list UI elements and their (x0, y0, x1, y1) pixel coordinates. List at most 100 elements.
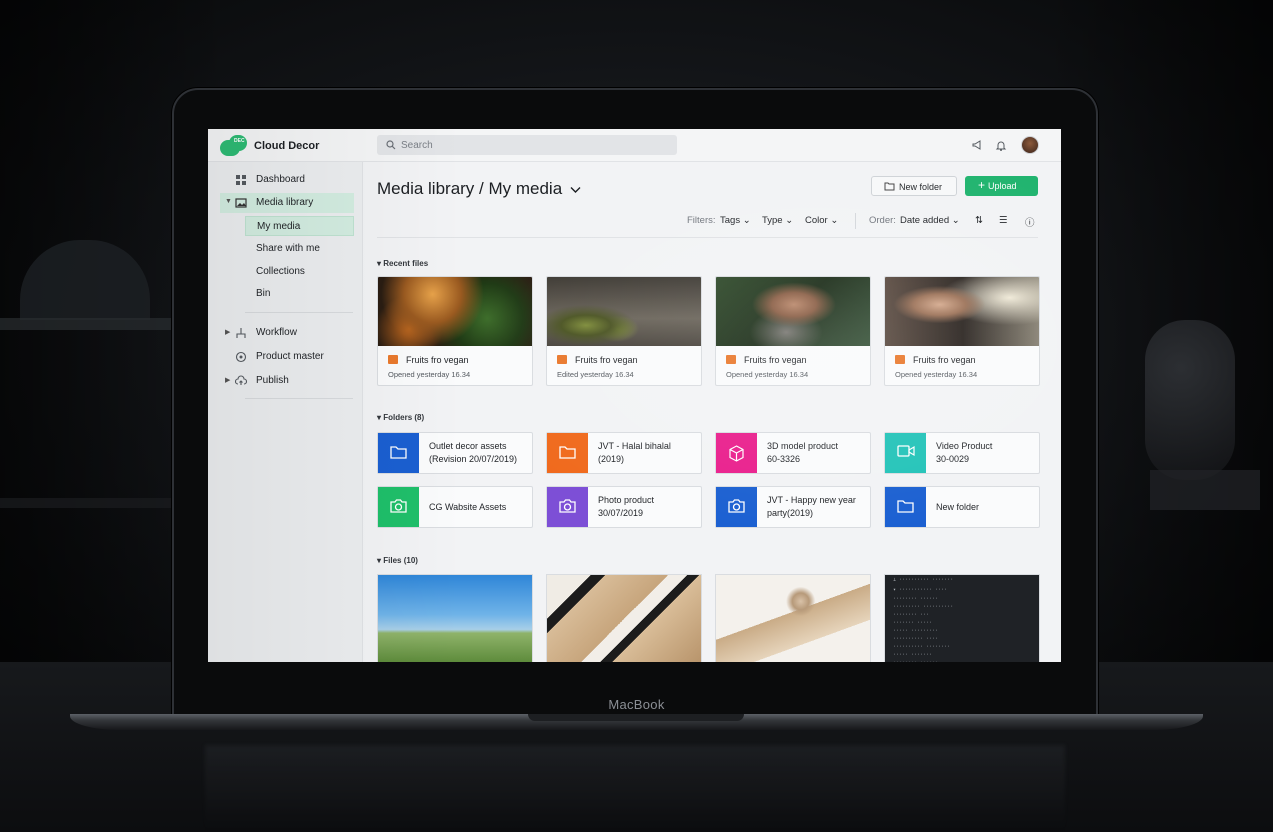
folder-swatch (716, 433, 757, 473)
sidebar-item-label: Product master (256, 351, 324, 362)
camera-icon (559, 499, 576, 513)
sidebar-item-label: Dashboard (256, 174, 305, 185)
sidebar-item-product-master[interactable]: Product master (208, 347, 354, 367)
upload-label: Upload (988, 181, 1017, 191)
info-icon[interactable]: ⓘ (1025, 215, 1035, 229)
caret-down-icon[interactable]: ▼ (225, 198, 232, 205)
folder-card[interactable]: 3D model product 60-3326 (715, 432, 871, 474)
app-screen: DEC Cloud Decor Search Dashboard ▼ Media… (208, 129, 1061, 662)
search-placeholder: Search (401, 140, 433, 151)
image-file-icon (388, 355, 398, 364)
folder-swatch (378, 487, 419, 527)
folder-card[interactable]: JVT - Happy new year party(2019) (715, 486, 871, 528)
file-thumbnail-document-dark[interactable]: ⊥ ·········· ······· ▾ ··········· ···· … (884, 574, 1040, 662)
folder-name: New folder (936, 502, 980, 512)
recent-file-card[interactable]: Fruits fro vegan Opened yesterday 16.34 (715, 276, 871, 386)
caret-right-icon[interactable]: ▶ (225, 376, 230, 384)
new-folder-button[interactable]: New folder (871, 176, 957, 196)
sidebar-item-publish[interactable]: ▶ Publish (208, 371, 354, 391)
list-view-icon[interactable]: ☰ (999, 215, 1008, 226)
folder-card[interactable]: Video Product 30-0029 (884, 432, 1040, 474)
sidebar-item-dashboard[interactable]: Dashboard (208, 170, 354, 190)
section-label: Files (10) (383, 556, 418, 565)
files-header[interactable]: ▾ Files (10) (377, 556, 418, 565)
folder-card[interactable]: CG Wabsite Assets (377, 486, 533, 528)
folder-swatch (547, 487, 588, 527)
cloud-logo-icon[interactable]: DEC (220, 135, 247, 156)
filter-tags[interactable]: Tags ⌄ (720, 215, 751, 226)
folder-subtitle: party(2019) (767, 508, 814, 518)
sidebar-divider (245, 312, 353, 313)
background-shelf (0, 318, 175, 330)
page-title-text: Media library / My media (377, 179, 563, 198)
bell-icon[interactable] (995, 139, 1007, 151)
screen-reflection (205, 745, 1065, 832)
grid-icon (236, 175, 246, 185)
folder-name: JVT - Happy new year (767, 495, 856, 505)
megaphone-icon[interactable] (971, 139, 983, 151)
top-bar: DEC Cloud Decor Search (208, 129, 1061, 162)
background-shelf-lower (0, 498, 175, 508)
main-content: Media library / My media New folder + Up… (363, 162, 1061, 662)
sidebar-subitem-share-with-me[interactable]: Share with me (245, 239, 354, 259)
thumbnail-fruits-dark (378, 277, 532, 346)
chevron-down-icon[interactable] (570, 186, 581, 194)
file-thumbnail-table-vase[interactable] (715, 574, 871, 662)
file-name: Fruits fro vegan (406, 355, 469, 365)
sidebar: Dashboard ▼ Media library My media Share… (208, 162, 363, 662)
sidebar-item-workflow[interactable]: ▶ Workflow (208, 323, 354, 343)
sidebar-item-media-library[interactable]: ▼ Media library (220, 193, 354, 213)
folder-card[interactable]: Photo product 30/07/2019 (546, 486, 702, 528)
folder-icon (390, 446, 407, 459)
folder-subtitle: (2019) (598, 454, 625, 464)
section-label: Recent files (383, 259, 429, 268)
folder-card[interactable]: Outlet decor assets (Revision 20/07/2019… (377, 432, 533, 474)
header-divider (377, 237, 1038, 238)
sort-icon[interactable]: ⇅ (975, 215, 983, 226)
chevron-down-icon: ⌄ (951, 215, 960, 226)
order-select[interactable]: Date added ⌄ (900, 215, 960, 226)
sidebar-item-label: Workflow (256, 327, 297, 338)
sidebar-subitem-collections[interactable]: Collections (245, 262, 354, 282)
folder-icon (897, 500, 914, 513)
recent-files-header[interactable]: ▾ Recent files (377, 259, 428, 268)
folder-name: Photo product (598, 495, 655, 505)
folder-card[interactable]: JVT - Halal bihalal (2019) (546, 432, 702, 474)
camera-icon (390, 499, 407, 513)
image-file-icon (557, 355, 567, 364)
file-thumbnail-landscape[interactable] (377, 574, 533, 662)
filter-type[interactable]: Type ⌄ (762, 215, 793, 226)
filter-tags-label: Tags (720, 215, 741, 226)
thumbnail-boy-with-cat (716, 277, 870, 346)
thumbnail-text-line: ▾ ··········· ···· (893, 587, 948, 593)
sidebar-subitem-bin[interactable]: Bin (245, 284, 354, 304)
search-input[interactable]: Search (377, 135, 677, 155)
recent-file-card[interactable]: Fruits fro vegan Edited yesterday 16.34 (546, 276, 702, 386)
recent-file-card[interactable]: Fruits fro vegan Opened yesterday 16.34 (377, 276, 533, 386)
app-name[interactable]: Cloud Decor (254, 140, 319, 152)
upload-button[interactable]: + Upload (965, 176, 1038, 196)
folder-name: JVT - Halal bihalal (598, 441, 671, 451)
filter-divider (855, 213, 856, 229)
sidebar-subitem-my-media[interactable]: My media (245, 216, 354, 236)
file-name: Fruits fro vegan (913, 355, 976, 365)
filter-type-label: Type (762, 215, 783, 226)
folders-header[interactable]: ▾ Folders (8) (377, 413, 424, 422)
folder-name: Outlet decor assets (429, 441, 507, 451)
file-thumbnail-chairs[interactable] (546, 574, 702, 662)
file-meta: Opened yesterday 16.34 (895, 370, 978, 379)
folder-card[interactable]: New folder (884, 486, 1040, 528)
recent-file-card[interactable]: Fruits fro vegan Opened yesterday 16.34 (884, 276, 1040, 386)
folder-subtitle: 30-0029 (936, 454, 970, 464)
laptop-notch (528, 714, 744, 721)
caret-right-icon[interactable]: ▶ (225, 328, 230, 336)
filter-bar: Filters: Tags ⌄ Type ⌄ Color ⌄ Order: Da… (363, 213, 1061, 229)
page-title[interactable]: Media library / My media (377, 179, 581, 199)
order-value: Date added (900, 215, 950, 226)
filter-color[interactable]: Color ⌄ (805, 215, 838, 226)
sidebar-item-label: Media library (256, 197, 314, 208)
logo-tag: DEC (234, 138, 245, 144)
box-icon (235, 351, 247, 363)
background-sculpture (1145, 320, 1235, 480)
avatar[interactable] (1021, 136, 1039, 154)
